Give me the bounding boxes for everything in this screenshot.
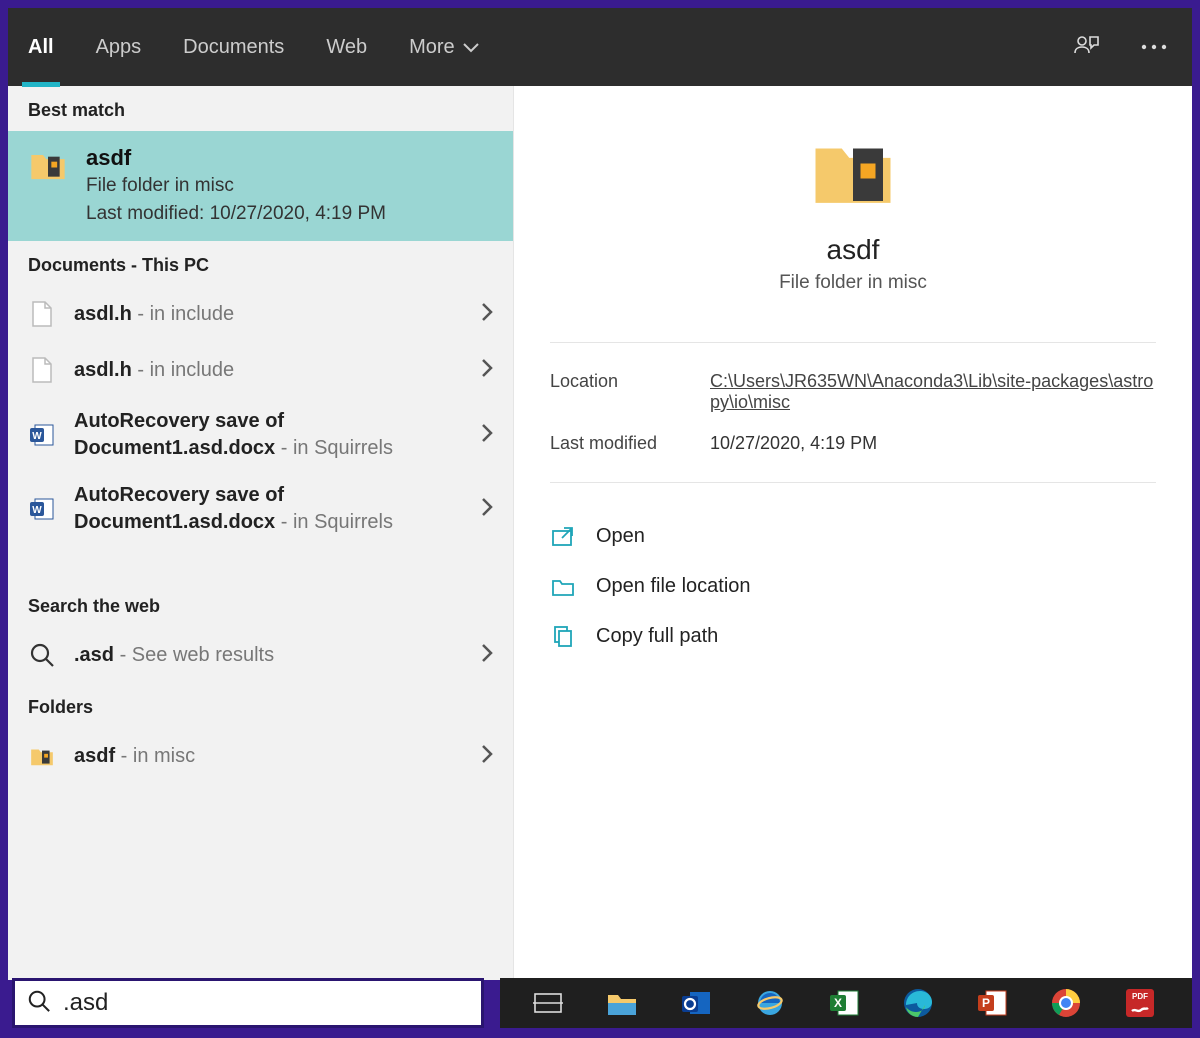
svg-text:X: X	[834, 996, 842, 1010]
preview-title: asdf	[534, 234, 1172, 266]
result-web[interactable]: .asd - See web results	[8, 627, 513, 683]
best-match-item[interactable]: asdf File folder in misc Last modified: …	[8, 131, 513, 241]
best-match-modified: Last modified: 10/27/2020, 4:19 PM	[86, 203, 386, 225]
best-match-subtitle: File folder in misc	[86, 175, 386, 197]
tab-more-label: More	[409, 36, 455, 59]
chevron-right-icon	[481, 358, 493, 383]
task-view-icon[interactable]	[530, 985, 566, 1021]
tab-all[interactable]: All	[28, 12, 54, 83]
divider	[550, 482, 1156, 483]
result-name: .asd	[74, 644, 114, 666]
results-panel: Best match asdf File folder in misc Last…	[8, 86, 513, 980]
chevron-right-icon	[481, 643, 493, 668]
action-open-label: Open	[596, 525, 645, 548]
preview-folder-icon	[808, 126, 898, 216]
best-match-title: asdf	[86, 145, 386, 171]
chevron-right-icon	[481, 744, 493, 769]
pdf-icon[interactable]: PDF	[1122, 985, 1158, 1021]
file-icon	[28, 356, 56, 384]
location-value[interactable]: C:\Users\JR635WN\Anaconda3\Lib\site-pack…	[710, 371, 1156, 413]
divider	[550, 342, 1156, 343]
word-icon: W	[28, 495, 56, 523]
result-name: asdl.h	[74, 359, 132, 381]
modified-label: Last modified	[550, 433, 710, 454]
chevron-right-icon	[481, 497, 493, 522]
feedback-icon[interactable]	[1072, 33, 1100, 61]
powerpoint-icon[interactable]: P	[974, 985, 1010, 1021]
tab-documents[interactable]: Documents	[183, 12, 284, 83]
outlook-icon[interactable]	[678, 985, 714, 1021]
result-location: - in Squirrels	[275, 511, 393, 533]
chevron-down-icon	[463, 36, 479, 59]
svg-text:W: W	[32, 431, 42, 442]
result-name: AutoRecovery save of Document1.asd.docx	[74, 410, 284, 459]
preview-subtitle: File folder in misc	[534, 272, 1172, 294]
tab-more[interactable]: More	[409, 12, 479, 83]
excel-icon[interactable]: X	[826, 985, 862, 1021]
modified-value: 10/27/2020, 4:19 PM	[710, 433, 1156, 454]
search-window: All Apps Documents Web More Best match	[8, 8, 1192, 980]
folder-open-icon	[550, 573, 576, 599]
copy-icon	[550, 623, 576, 649]
tab-bar: All Apps Documents Web More	[8, 8, 1192, 86]
result-document-3[interactable]: W AutoRecovery save of Document1.asd.doc…	[8, 398, 513, 472]
action-open[interactable]: Open	[550, 511, 1156, 561]
result-document-2[interactable]: asdl.h - in include	[8, 342, 513, 398]
section-folders: Folders	[8, 683, 513, 728]
result-document-1[interactable]: asdl.h - in include	[8, 286, 513, 342]
preview-panel: asdf File folder in misc Location C:\Use…	[513, 86, 1192, 980]
open-icon	[550, 523, 576, 549]
action-copy-path[interactable]: Copy full path	[550, 611, 1156, 661]
edge-icon[interactable]	[900, 985, 936, 1021]
svg-text:P: P	[982, 996, 990, 1010]
search-input[interactable]	[63, 989, 469, 1017]
search-icon	[28, 641, 56, 669]
svg-text:W: W	[32, 505, 42, 516]
chrome-icon[interactable]	[1048, 985, 1084, 1021]
file-explorer-icon[interactable]	[604, 985, 640, 1021]
chevron-right-icon	[481, 302, 493, 327]
result-name: asdl.h	[74, 303, 132, 325]
action-open-location-label: Open file location	[596, 575, 751, 598]
section-documents: Documents - This PC	[8, 241, 513, 286]
action-copy-path-label: Copy full path	[596, 625, 718, 648]
result-folder[interactable]: asdf - in misc	[8, 728, 513, 784]
internet-explorer-icon[interactable]	[752, 985, 788, 1021]
result-name: AutoRecovery save of Document1.asd.docx	[74, 484, 284, 533]
ellipsis-icon[interactable]	[1140, 43, 1168, 51]
svg-text:PDF: PDF	[1132, 992, 1148, 1001]
search-box[interactable]	[12, 978, 484, 1028]
search-icon	[27, 989, 51, 1018]
tab-apps[interactable]: Apps	[96, 12, 142, 83]
tab-web[interactable]: Web	[326, 12, 367, 83]
file-icon	[28, 300, 56, 328]
folder-icon	[28, 742, 56, 770]
section-best-match: Best match	[8, 86, 513, 131]
chevron-right-icon	[481, 423, 493, 448]
result-location: - in Squirrels	[275, 437, 393, 459]
result-location: - in include	[132, 359, 234, 381]
result-document-4[interactable]: W AutoRecovery save of Document1.asd.doc…	[8, 472, 513, 546]
folder-icon	[28, 145, 68, 185]
section-search-web: Search the web	[8, 582, 513, 627]
result-location: - See web results	[114, 644, 274, 666]
result-name: asdf	[74, 745, 115, 767]
action-open-location[interactable]: Open file location	[550, 561, 1156, 611]
word-icon: W	[28, 421, 56, 449]
taskbar: X P PDF	[500, 978, 1192, 1028]
location-label: Location	[550, 371, 710, 413]
result-location: - in misc	[115, 745, 195, 767]
result-location: - in include	[132, 303, 234, 325]
